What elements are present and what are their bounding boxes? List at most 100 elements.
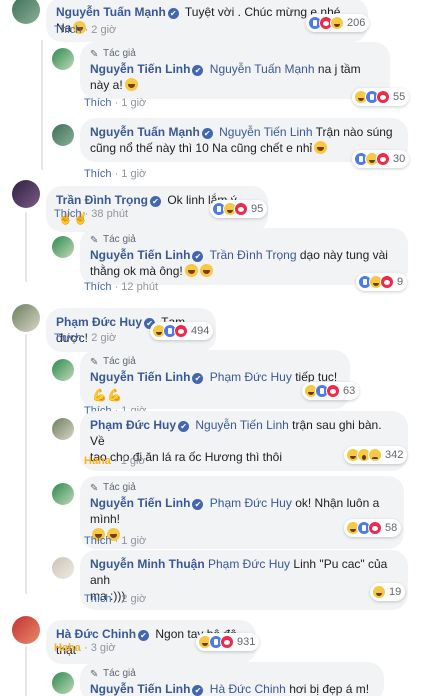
avatar[interactable] (52, 418, 74, 440)
comment-meta: Thích · 1 giờ (84, 168, 147, 180)
avatar[interactable] (52, 236, 74, 258)
avatar[interactable] (12, 304, 40, 332)
avatar[interactable] (12, 616, 40, 644)
reaction-summary[interactable]: 342 (344, 446, 408, 464)
reaction-summary[interactable]: 30 (352, 150, 410, 168)
pen-icon: ✎ (90, 235, 99, 246)
haha-reaction-icon (372, 585, 386, 599)
reaction-count: 342 (385, 449, 404, 461)
commenter-name[interactable]: Nguyễn Tuấn Mạnh (56, 5, 166, 19)
like-action[interactable]: Thích (84, 281, 112, 293)
reaction-summary[interactable]: 55 (352, 88, 410, 106)
commenter-name[interactable]: Trần Đình Trọng (56, 193, 148, 207)
timestamp[interactable]: 1 giờ (121, 455, 146, 467)
mention-link[interactable]: Phạm Đức Huy (208, 557, 290, 571)
reaction-summary[interactable]: 95 (210, 200, 268, 218)
haha-action[interactable]: Haha (84, 455, 111, 467)
mention-link[interactable]: Phạm Đức Huy (210, 496, 292, 510)
reaction-summary[interactable]: 58 (344, 519, 402, 537)
commenter-name[interactable]: Nguyễn Minh Thuận (90, 557, 205, 571)
haha-reaction-icon (330, 16, 344, 30)
timestamp[interactable]: 38 phút (91, 208, 128, 220)
author-tag: ✎ Tác giả (90, 668, 136, 680)
verified-icon: ✔ (192, 373, 204, 384)
mention-link[interactable]: Nguyễn Tiến Linh (195, 418, 288, 432)
author-tag: ✎ Tác giả (90, 482, 136, 494)
reaction-summary[interactable]: 931 (196, 633, 260, 651)
verified-icon: ✔ (192, 65, 204, 76)
avatar[interactable] (52, 672, 74, 694)
comment-meta: Haha · 1 giờ (84, 455, 146, 467)
avatar[interactable] (52, 483, 74, 505)
like-action[interactable]: Thích (84, 535, 112, 547)
comment-meta: Haha · 3 giờ (54, 642, 116, 654)
reaction-count: 19 (389, 586, 402, 598)
timestamp[interactable]: 2 giờ (91, 24, 116, 36)
timestamp[interactable]: 2 giờ (91, 332, 116, 344)
comment-meta: Thích · 38 phút (54, 208, 128, 220)
thread-line (25, 646, 27, 696)
avatar[interactable] (52, 359, 74, 381)
reaction-summary[interactable]: 63 (302, 382, 360, 400)
reaction-summary[interactable]: 206 (306, 14, 370, 32)
like-action[interactable]: Thích (84, 593, 112, 605)
commenter-name[interactable]: Nguyễn Tiến Linh (90, 496, 190, 510)
commenter-name[interactable]: Nguyễn Tiến Linh (90, 370, 190, 384)
sad-reaction-icon (368, 448, 382, 462)
timestamp[interactable]: 12 phút (121, 281, 158, 293)
reaction-summary[interactable]: 494 (150, 322, 214, 340)
verified-icon: ✔ (192, 499, 204, 510)
avatar[interactable] (52, 124, 74, 146)
haha-action[interactable]: Haha (54, 642, 81, 654)
reaction-count: 30 (393, 153, 406, 165)
mention-link[interactable]: Hà Đức Chinh (210, 682, 286, 696)
avatar[interactable] (52, 48, 74, 70)
comment-text: cũng nổ thế này thì 10 Na cũng chết e nh… (90, 141, 313, 155)
reaction-summary[interactable]: 19 (370, 583, 406, 601)
like-action[interactable]: Thích (84, 168, 112, 180)
like-action[interactable]: Thích (54, 332, 82, 344)
avatar[interactable] (12, 180, 40, 208)
love-reaction-icon (380, 275, 394, 289)
comment-meta: Thích · 2 giờ (54, 24, 117, 36)
timestamp[interactable]: 1 giờ (121, 535, 146, 547)
reaction-count: 58 (385, 522, 398, 534)
laughing-emoji-icon (314, 141, 328, 154)
flexed-biceps-icon: 💪💪 (92, 388, 122, 402)
commenter-name[interactable]: Phạm Đức Huy (56, 315, 142, 329)
comment-meta: Thích · 12 phút (84, 281, 158, 293)
like-action[interactable]: Thích (84, 97, 112, 109)
comment-text: dạo này tung vài (299, 248, 388, 262)
commenter-name[interactable]: Nguyễn Tiến Linh (90, 62, 190, 76)
commenter-name[interactable]: Hà Đức Chinh (56, 627, 136, 641)
comment-meta: Thích · 2 giờ (54, 332, 117, 344)
laughing-emoji-icon (184, 264, 198, 277)
love-reaction-icon (220, 635, 234, 649)
mention-link[interactable]: Nguyễn Tiến Linh (219, 125, 312, 139)
verified-icon: ✔ (167, 8, 179, 19)
commenter-name[interactable]: Nguyễn Tuấn Mạnh (90, 125, 200, 139)
timestamp[interactable]: 1 giờ (121, 97, 146, 109)
pen-icon: ✎ (90, 49, 99, 60)
pen-icon: ✎ (90, 483, 99, 494)
timestamp[interactable]: 3 giờ (91, 642, 116, 654)
commenter-name[interactable]: Phạm Đức Huy (90, 418, 176, 432)
mention-link[interactable]: Trần Đình Trọng (210, 248, 297, 262)
verified-icon: ✔ (192, 251, 204, 262)
love-reaction-icon (376, 90, 390, 104)
avatar[interactable] (12, 0, 40, 24)
commenter-name[interactable]: Nguyễn Tiến Linh (90, 682, 190, 696)
avatar[interactable] (52, 557, 74, 579)
mention-link[interactable]: Nguyễn Tuấn Mạnh (210, 62, 315, 76)
mention-link[interactable]: Phạm Đức Huy (210, 370, 292, 384)
like-action[interactable]: Thích (54, 24, 82, 36)
pen-icon: ✎ (90, 357, 99, 368)
reaction-summary[interactable]: 9 (356, 273, 408, 291)
timestamp[interactable]: 1 giờ (121, 168, 146, 180)
love-reaction-icon (326, 384, 340, 398)
commenter-name[interactable]: Nguyễn Tiến Linh (90, 248, 190, 262)
verified-icon: ✔ (178, 421, 190, 432)
like-action[interactable]: Thích (54, 208, 82, 220)
love-reaction-icon (368, 521, 382, 535)
timestamp[interactable]: 2 giờ (121, 593, 146, 605)
